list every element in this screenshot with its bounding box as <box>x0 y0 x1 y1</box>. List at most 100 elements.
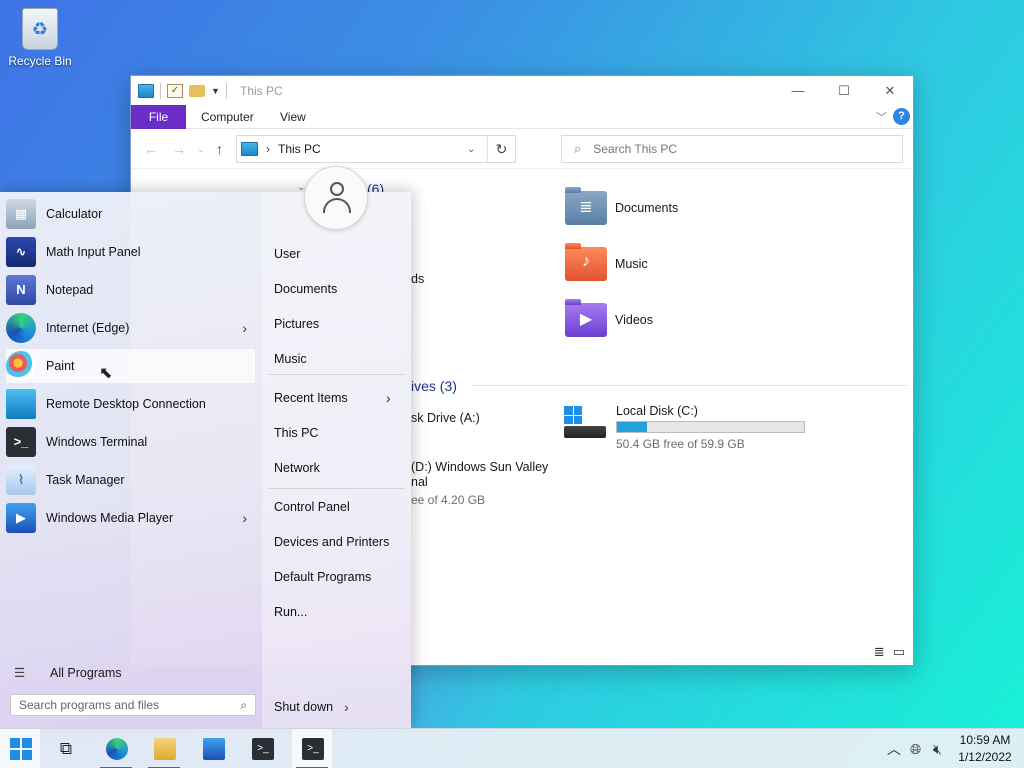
place-control-panel[interactable]: Control Panel <box>274 500 350 514</box>
clock-date: 1/12/2022 <box>958 750 1012 764</box>
music-folder-icon: ♪ <box>565 243 607 281</box>
start-search-input[interactable]: Search programs and files ⌕ <box>10 694 256 716</box>
paint-icon <box>6 351 36 381</box>
breadcrumb-separator-icon: › <box>266 142 270 156</box>
title-bar[interactable]: ✓ ▼ This PC — ☐ ✕ <box>131 76 913 105</box>
taskbar-terminal[interactable]: >_ <box>242 729 282 768</box>
place-pictures[interactable]: Pictures <box>274 317 319 331</box>
windows-logo-icon <box>564 406 582 424</box>
chevron-down-icon[interactable]: ⌄ <box>467 144 487 155</box>
taskbar-edge[interactable] <box>96 729 136 768</box>
place-devices-and-printers[interactable]: Devices and Printers <box>274 535 389 549</box>
place-label: Recent Items <box>274 391 348 405</box>
address-bar[interactable]: › This PC ⌄ ↻ <box>236 135 516 163</box>
place-documents[interactable]: Documents <box>274 282 337 296</box>
place-recent-items[interactable]: Recent Items › <box>274 390 391 406</box>
recent-locations-icon[interactable]: ⌄ <box>197 144 205 155</box>
drive-d[interactable]: (D:) Windows Sun Valley nal ee of 4.20 G… <box>411 460 548 507</box>
task-view-button[interactable]: ⧉ <box>45 729 85 768</box>
tab-file[interactable]: File <box>131 105 186 129</box>
new-folder-icon[interactable] <box>189 85 205 97</box>
window-title: This PC <box>240 84 283 98</box>
folder-music[interactable]: ♪ Music <box>565 243 648 281</box>
back-button[interactable]: ← <box>144 141 158 157</box>
address-location[interactable]: This PC <box>278 142 467 156</box>
clock[interactable]: 10:59 AM 1/12/2022 <box>950 732 1020 766</box>
ribbon-tabs: File Computer View ﹀ ? <box>131 105 913 129</box>
shutdown-options-arrow-icon[interactable]: › <box>344 699 349 715</box>
close-button[interactable]: ✕ <box>867 76 913 105</box>
taskbar-file-explorer[interactable] <box>144 729 184 768</box>
program-notepad[interactable]: N Notepad <box>6 273 255 307</box>
recycle-bin-label: Recycle Bin <box>8 54 72 68</box>
drive-free-space: 50.4 GB free of 59.9 GB <box>616 437 745 451</box>
start-button[interactable] <box>0 729 40 768</box>
task-manager-icon: ⌇ <box>6 465 36 495</box>
place-run[interactable]: Run... <box>274 605 307 619</box>
notepad-icon: N <box>6 275 36 305</box>
program-calculator[interactable]: ▦ Calculator <box>6 197 255 231</box>
taskbar: ⧉ >_ >_ ︿ 🌐︎ 🔇︎ 10:59 AM 1/12/2022 <box>0 728 1024 768</box>
quick-access-toolbar: ✓ ▼ <box>138 83 227 99</box>
drives-group-header[interactable]: ives (3) <box>411 378 457 394</box>
user-avatar[interactable] <box>304 166 368 230</box>
folder-documents[interactable]: ≣ Documents <box>565 187 678 225</box>
drive-label: sk Drive (A:) <box>411 411 480 425</box>
up-button[interactable]: ↑ <box>216 141 223 157</box>
search-placeholder[interactable]: Search This PC <box>593 142 677 156</box>
drive-a[interactable]: sk Drive (A:) <box>411 411 480 425</box>
place-music[interactable]: Music <box>274 352 307 366</box>
show-hidden-icons-button[interactable]: ︿ <box>887 729 901 768</box>
network-globe-icon[interactable]: 🌐︎ <box>910 729 921 768</box>
tab-view[interactable]: View <box>280 105 306 129</box>
program-math-input-panel[interactable]: ∿ Math Input Panel <box>6 235 255 269</box>
program-internet-edge[interactable]: Internet (Edge) › <box>6 311 255 345</box>
minimize-button[interactable]: — <box>775 76 821 105</box>
maximize-button[interactable]: ☐ <box>821 76 867 105</box>
forward-button[interactable]: → <box>172 141 186 157</box>
place-user[interactable]: User <box>274 247 300 261</box>
media-player-icon: ▶ <box>6 503 36 533</box>
program-label: Internet (Edge) <box>46 321 130 335</box>
folder-videos[interactable]: ▶ Videos <box>565 299 653 337</box>
help-icon[interactable]: ? <box>893 108 910 125</box>
customize-toolbar-icon[interactable]: ▼ <box>211 86 220 96</box>
drive-c[interactable]: Local Disk (C:) 50.4 GB free of 59.9 GB <box>616 404 805 451</box>
all-programs-label: All Programs <box>50 665 122 680</box>
details-view-icon[interactable]: ≣ <box>874 644 885 660</box>
program-remote-desktop[interactable]: Remote Desktop Connection <box>6 387 255 421</box>
program-paint[interactable]: Paint ⬉ <box>6 349 255 383</box>
program-windows-terminal[interactable]: >_ Windows Terminal <box>6 425 255 459</box>
tab-computer[interactable]: Computer <box>201 105 254 129</box>
volume-muted-icon[interactable]: 🔇︎ <box>933 729 942 768</box>
shut-down-button[interactable]: Shut down › <box>274 699 349 715</box>
program-task-manager[interactable]: ⌇ Task Manager <box>6 463 255 497</box>
edge-icon <box>106 738 128 760</box>
start-programs-pane: ▦ Calculator ∿ Math Input Panel N Notepa… <box>0 192 262 728</box>
documents-folder-icon: ≣ <box>565 187 607 225</box>
program-label: Task Manager <box>46 473 125 487</box>
edge-icon <box>6 313 36 343</box>
search-box[interactable]: ⌕ Search This PC <box>561 135 903 163</box>
place-this-pc[interactable]: This PC <box>274 426 318 440</box>
expand-ribbon-icon[interactable]: ﹀ <box>876 109 887 125</box>
drive-label: Local Disk (C:) <box>616 404 698 418</box>
task-view-icon: ⧉ <box>59 739 73 758</box>
properties-icon[interactable]: ✓ <box>167 84 183 98</box>
folder-label: Music <box>615 257 648 271</box>
recycle-bin-desktop-icon[interactable]: Recycle Bin <box>6 8 74 68</box>
refresh-button[interactable]: ↻ <box>487 136 515 162</box>
folder-label-partial[interactable]: ds <box>411 272 424 286</box>
drive-usage-fill <box>617 422 647 432</box>
program-label: Math Input Panel <box>46 245 141 259</box>
place-default-programs[interactable]: Default Programs <box>274 570 371 584</box>
place-network[interactable]: Network <box>274 461 320 475</box>
program-label: Paint <box>46 359 75 373</box>
program-windows-media-player[interactable]: ▶ Windows Media Player › <box>6 501 255 535</box>
clock-time: 10:59 AM <box>959 733 1011 747</box>
taskbar-terminal-2[interactable]: >_ <box>292 729 332 768</box>
large-icons-view-icon[interactable]: ▭ <box>893 644 905 660</box>
taskbar-media-player[interactable] <box>193 729 233 768</box>
search-icon: ⌕ <box>574 141 582 156</box>
all-programs-button[interactable]: ☰ All Programs <box>14 665 122 681</box>
